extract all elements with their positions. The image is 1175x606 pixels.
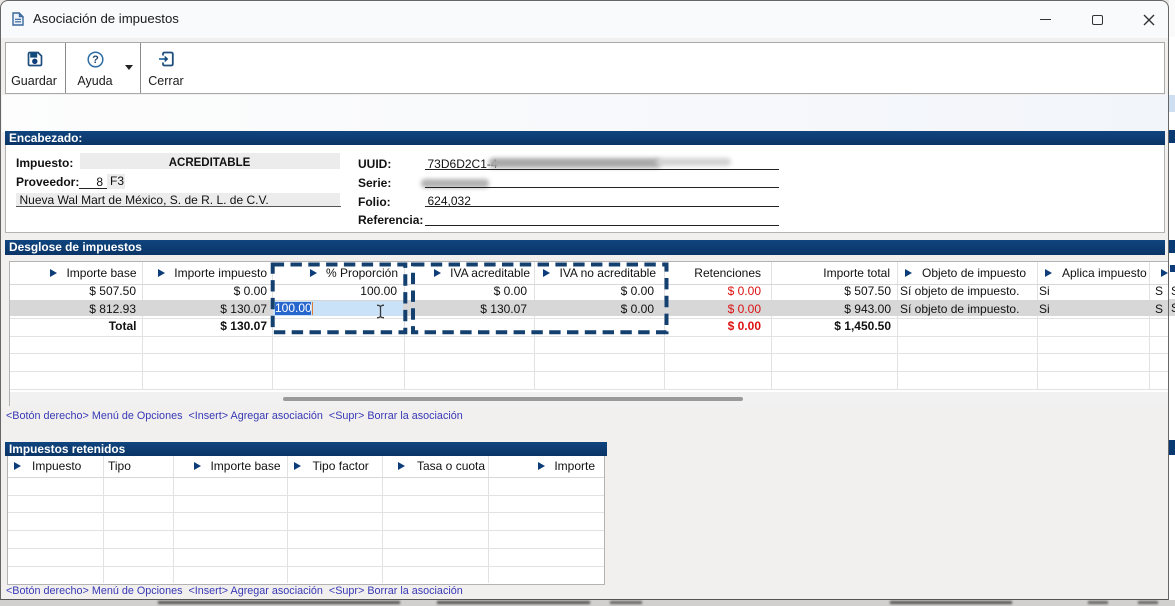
svg-text:?: ? (92, 54, 99, 66)
